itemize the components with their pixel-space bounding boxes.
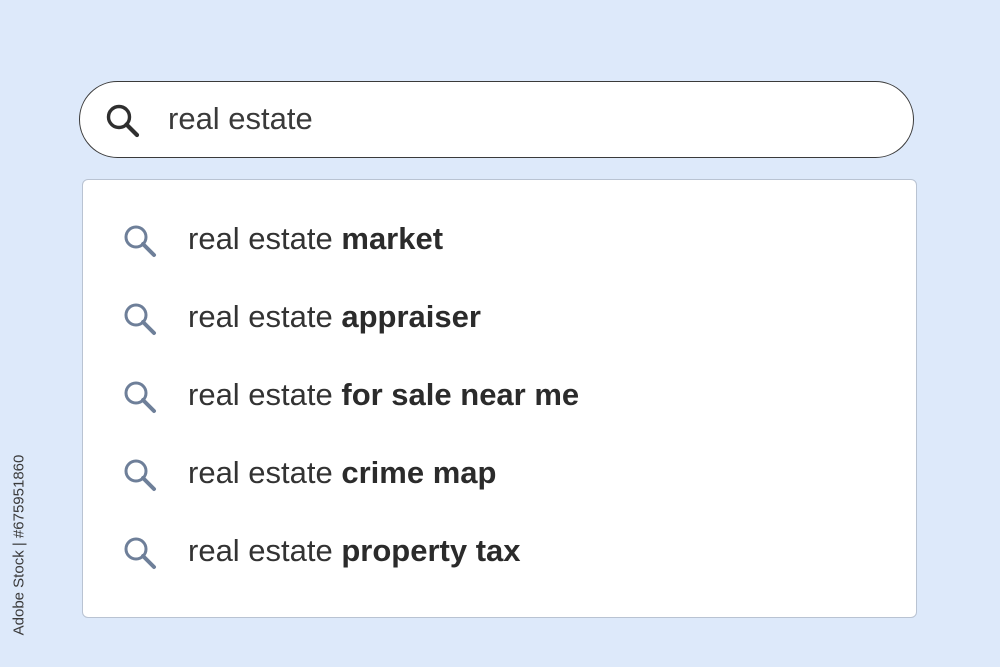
suggestion-completion: property tax xyxy=(341,533,521,568)
suggestion-item[interactable]: real estate appraiser xyxy=(83,288,916,348)
search-icon xyxy=(121,300,159,338)
suggestion-prefix: real estate xyxy=(188,299,342,334)
search-icon[interactable] xyxy=(104,102,142,140)
suggestion-item[interactable]: real estate for sale near me xyxy=(83,366,916,426)
suggestion-text: real estate for sale near me xyxy=(188,377,579,413)
search-icon xyxy=(121,378,159,416)
search-bar[interactable] xyxy=(79,81,914,158)
suggestion-text: real estate market xyxy=(188,221,443,257)
search-icon xyxy=(121,456,159,494)
suggestion-text: real estate appraiser xyxy=(188,299,481,335)
suggestion-completion: market xyxy=(341,221,444,256)
suggestion-completion: for sale near me xyxy=(341,377,580,412)
suggestion-text: real estate crime map xyxy=(188,455,496,491)
suggestion-prefix: real estate xyxy=(188,533,342,568)
suggestion-prefix: real estate xyxy=(188,221,342,256)
suggestion-text: real estate property tax xyxy=(188,533,521,569)
suggestion-completion: appraiser xyxy=(341,299,481,334)
search-input[interactable] xyxy=(168,94,868,144)
suggestion-completion: crime map xyxy=(341,455,497,490)
suggestion-prefix: real estate xyxy=(188,455,342,490)
suggestion-prefix: real estate xyxy=(188,377,342,412)
stock-credit: Adobe Stock | #675951860 xyxy=(8,430,30,660)
suggestion-item[interactable]: real estate market xyxy=(83,210,916,270)
suggestion-item[interactable]: real estate crime map xyxy=(83,444,916,504)
credit-text: Adobe Stock | #675951860 xyxy=(10,454,28,636)
search-icon xyxy=(121,534,159,572)
search-icon xyxy=(121,222,159,260)
suggestion-item[interactable]: real estate property tax xyxy=(83,522,916,582)
suggestions-dropdown: real estate market real estate appraiser… xyxy=(82,179,917,618)
